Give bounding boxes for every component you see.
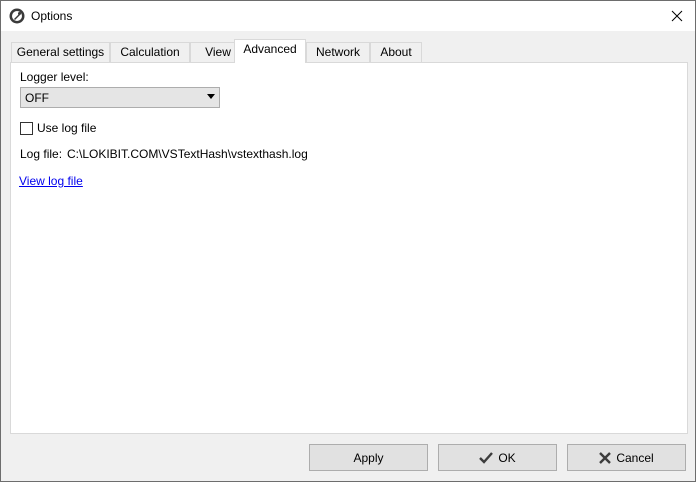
close-icon xyxy=(671,10,683,22)
logger-level-select[interactable]: OFF xyxy=(20,87,220,108)
window-title: Options xyxy=(31,9,73,23)
x-icon xyxy=(599,451,612,464)
log-file-label: Log file: xyxy=(20,147,63,161)
apply-button[interactable]: Apply xyxy=(309,444,428,471)
logger-level-label: Logger level: xyxy=(20,70,89,84)
use-log-file-checkbox[interactable] xyxy=(20,122,33,135)
options-window: Options General settings Calculation Vie… xyxy=(0,0,696,482)
ok-button[interactable]: OK xyxy=(438,444,557,471)
tab-general-settings[interactable]: General settings xyxy=(11,42,110,62)
tab-advanced[interactable]: Advanced xyxy=(234,39,306,63)
apply-button-label: Apply xyxy=(353,450,384,465)
chevron-down-icon xyxy=(207,94,215,99)
tab-calculation[interactable]: Calculation xyxy=(110,42,190,62)
advanced-panel: Logger level: OFF Use log file Log file:… xyxy=(10,62,688,434)
cancel-button-label: Cancel xyxy=(616,450,654,465)
tab-network[interactable]: Network xyxy=(306,42,370,62)
use-log-file-label[interactable]: Use log file xyxy=(37,121,96,135)
app-icon xyxy=(9,8,25,24)
log-file-path: C:\LOKIBIT.COM\VSTextHash\vstexthash.log xyxy=(67,147,308,161)
cancel-button[interactable]: Cancel xyxy=(567,444,686,471)
tab-about[interactable]: About xyxy=(370,42,422,62)
ok-button-label: OK xyxy=(498,450,516,465)
title-bar: Options xyxy=(1,1,695,31)
logger-level-value: OFF xyxy=(25,91,49,105)
checkmark-icon xyxy=(479,451,494,464)
view-log-file-link[interactable]: View log file xyxy=(19,174,83,188)
close-button[interactable] xyxy=(659,1,695,31)
